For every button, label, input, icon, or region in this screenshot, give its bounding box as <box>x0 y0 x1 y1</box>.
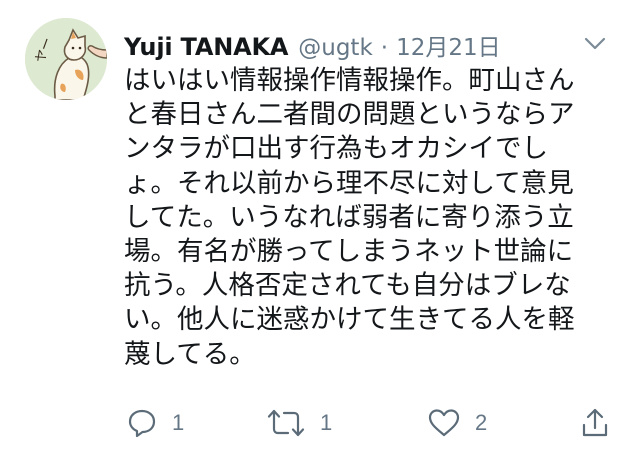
avatar[interactable]: ヤー <box>25 18 107 100</box>
tweet-body-line: と春日さん二者間の問題というならア <box>124 99 575 131</box>
retweet-button[interactable]: 1 <box>266 405 332 441</box>
tweet-body: はいはい情報操作情報操作。町山さん と春日さん二者間の問題というならア ンタラが… <box>124 64 614 372</box>
tweet-header: Yuji TANAKA @ugtk · 12月21日 <box>124 28 501 62</box>
like-count: 2 <box>475 410 488 435</box>
reply-icon <box>128 409 156 438</box>
display-name[interactable]: Yuji TANAKA <box>124 33 288 61</box>
separator-dot: · <box>380 35 389 61</box>
reply-count: 1 <box>172 410 185 435</box>
tweet-body-line: 抗う。人格否定されても自分はブレな <box>124 270 571 302</box>
tweet[interactable]: ヤー Yuji TANAKA @ugtk · 12月21日 はいはい情報操作情報… <box>0 0 639 463</box>
tweet-actions: 1 1 2 <box>124 405 614 441</box>
tweet-body-line: ンタラが口出す行為もオカシイでし <box>124 133 548 165</box>
tweet-body-line: してた。いうなれば弱者に寄り添う立 <box>124 201 574 233</box>
share-button[interactable] <box>580 405 610 441</box>
tweet-body-line: はいはい情報操作情報操作。町山さん <box>124 65 575 96</box>
chevron-down-icon[interactable] <box>583 34 607 54</box>
tweet-body-line: 場。有名が勝ってしまうネット世論に <box>124 236 574 268</box>
heart-icon <box>428 409 460 437</box>
tweet-body-line: 蔑してる。 <box>124 338 256 370</box>
user-handle[interactable]: @ugtk <box>298 35 373 61</box>
retweet-count: 1 <box>320 410 333 435</box>
tweet-date[interactable]: 12月21日 <box>396 28 501 62</box>
retweet-icon <box>267 409 305 437</box>
reply-button[interactable]: 1 <box>126 405 184 441</box>
share-icon <box>582 408 608 437</box>
tweet-body-line: ょ。それ以前から理不尽に対して意見 <box>124 167 574 199</box>
like-button[interactable]: 2 <box>427 405 487 441</box>
tweet-body-line: い。他人に迷惑かけて生きてる人を軽 <box>124 304 575 336</box>
cat-avatar-image: ヤー <box>25 18 107 100</box>
